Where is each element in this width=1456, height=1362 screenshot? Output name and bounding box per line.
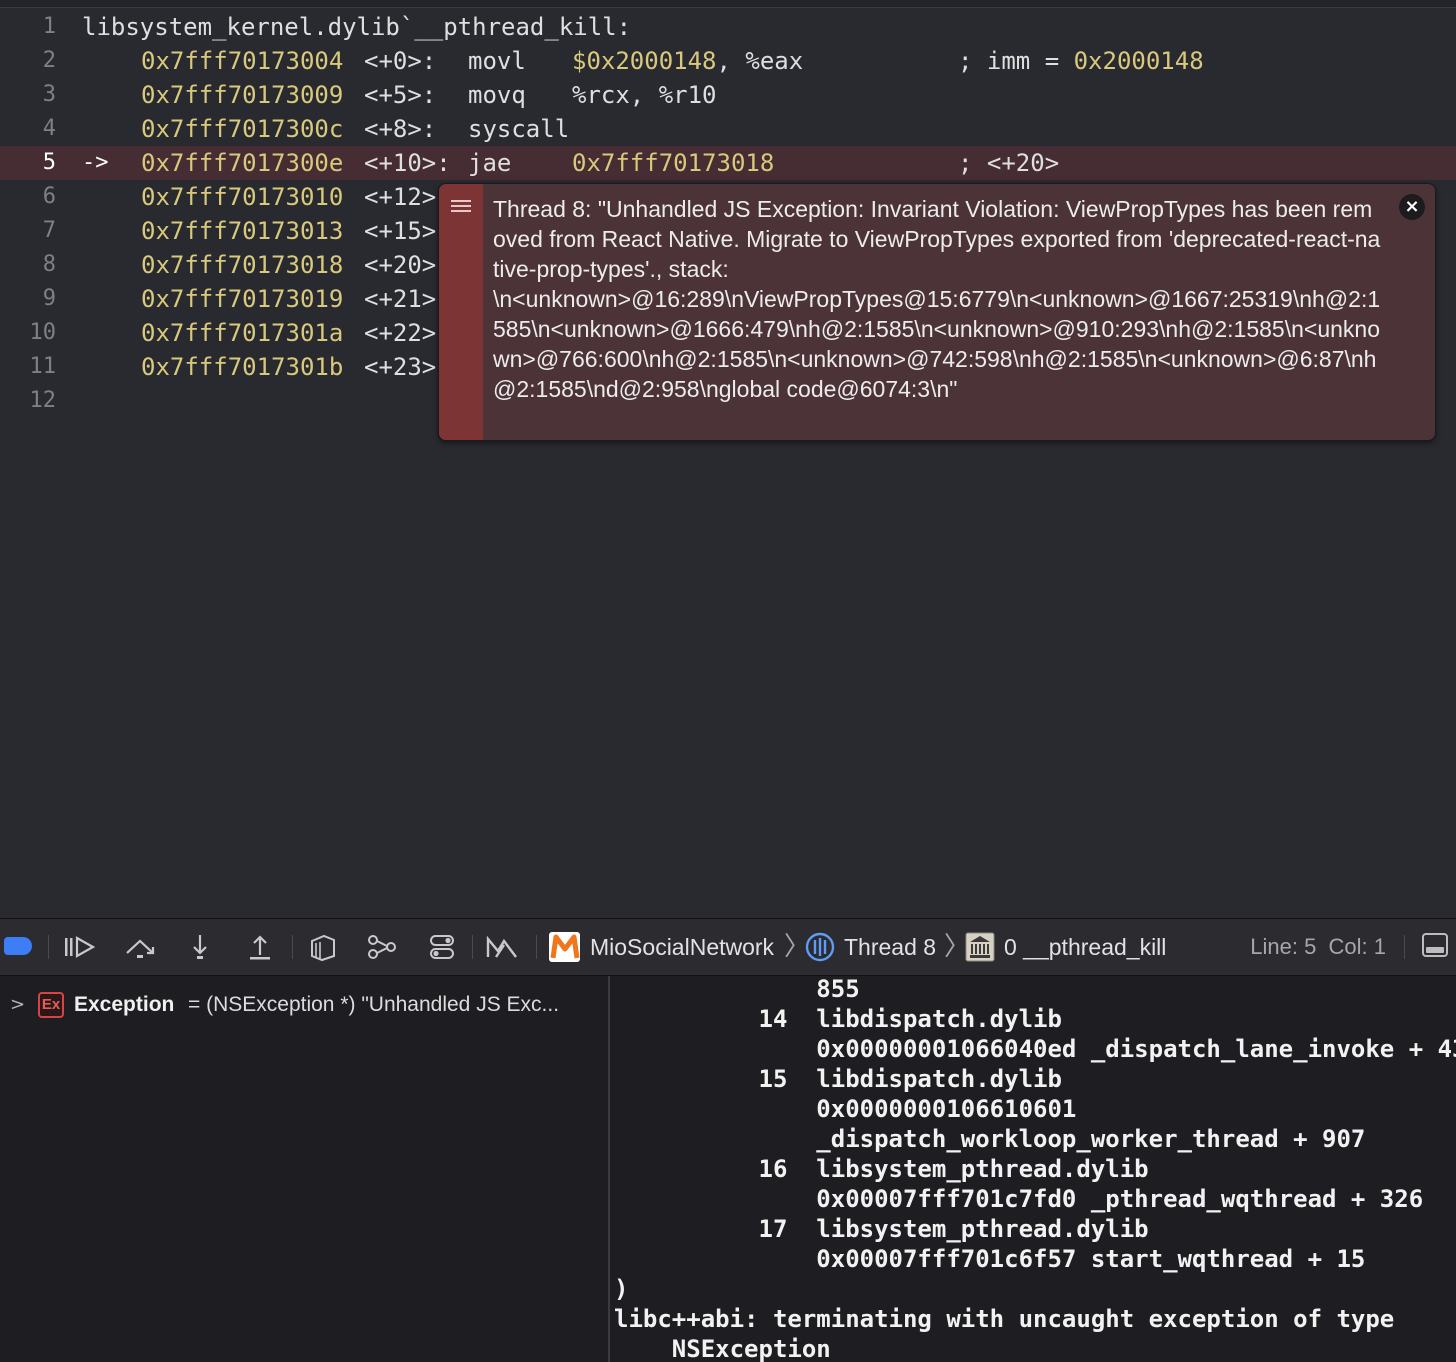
line-number: 9 (42, 286, 56, 311)
line-number: 4 (42, 116, 56, 141)
disassembly-editor[interactable]: 1 libsystem_kernel.dylib`__pthread_kill:… (0, 0, 1456, 918)
operand-address: 0x7fff70173018 (572, 149, 775, 177)
hide-debug-area-icon[interactable] (1422, 933, 1448, 957)
code-line[interactable]: 1 libsystem_kernel.dylib`__pthread_kill: (0, 10, 1456, 44)
cursor-position: Line: 5 Col: 1 (1250, 934, 1386, 959)
instruction-address: 0x7fff70173018 (141, 251, 344, 279)
variable-row[interactable]: > Ex Exception = (NSException *) "Unhand… (0, 990, 608, 1020)
toolbar-separator (292, 935, 293, 959)
function-label: libsystem_kernel.dylib`__pthread_kill: (82, 13, 632, 41)
step-over-icon[interactable] (122, 931, 158, 963)
simulate-location-icon[interactable] (484, 931, 520, 963)
code-line[interactable]: 3 0x7fff70173009 <+5>: movq %rcx, %r10 (0, 78, 1456, 112)
list-icon[interactable] (451, 200, 471, 214)
code-line[interactable]: 4 0x7fff7017300c <+8>: syscall (0, 112, 1456, 146)
instruction-address: 0x7fff70173009 (141, 81, 344, 109)
current-instruction-line[interactable]: 5 -> 0x7fff7017300e <+10>: jae 0x7fff701… (0, 146, 1456, 180)
line-number: 2 (42, 48, 56, 73)
variable-value: = (NSException *) "Unhandled JS Exc... (188, 993, 560, 1016)
instruction-mnemonic: movq (468, 81, 526, 109)
toolbar-separator (472, 935, 473, 959)
view-hierarchy-icon[interactable] (304, 931, 340, 963)
variable-name: Exception (74, 993, 175, 1016)
instruction-address: 0x7fff7017301a (141, 319, 344, 347)
exception-banner[interactable]: Thread 8: "Unhandled JS Exception: Invar… (438, 183, 1436, 441)
instruction-offset: <+22> (364, 319, 437, 347)
memory-graph-icon[interactable] (364, 931, 400, 963)
step-out-icon[interactable] (242, 931, 278, 963)
instruction-operands: %rcx, %r10 (572, 81, 717, 109)
exception-strip (439, 184, 483, 440)
console-text: 855 14 libdispatch.dylib 0x0000000106604… (614, 976, 1456, 1362)
line-number: 6 (42, 184, 56, 209)
line-number: 11 (29, 354, 57, 379)
instruction-offset: <+21> (364, 285, 437, 313)
instruction-offset: <+8>: (364, 115, 437, 143)
instruction-address: 0x7fff7017300e (141, 149, 344, 177)
code-line[interactable]: 2 0x7fff70173004 <+0>: movl $0x2000148, … (0, 44, 1456, 78)
library-frame-icon[interactable] (964, 931, 996, 963)
instruction-comment: ; <+20> (958, 149, 1060, 177)
console-output[interactable]: 855 14 libdispatch.dylib 0x0000000106604… (610, 976, 1456, 1362)
close-icon[interactable]: × (1399, 194, 1425, 220)
operand-immediate: $0x2000148 (572, 47, 717, 75)
line-number: 12 (29, 388, 57, 413)
instruction-mnemonic: movl (468, 47, 526, 75)
comment-value: 0x2000148 (1073, 47, 1204, 75)
breakpoints-toggle-button[interactable] (4, 937, 32, 955)
instruction-operands: 0x7fff70173018 (572, 146, 774, 180)
toolbar-separator (1404, 935, 1405, 959)
instruction-offset: <+10>: (364, 149, 451, 177)
instruction-mnemonic: syscall (468, 115, 570, 143)
disclosure-chevron-icon[interactable]: > (10, 990, 25, 1020)
line-number: 10 (29, 320, 57, 345)
exception-badge-icon: Ex (38, 992, 64, 1018)
program-counter-arrow: -> (82, 150, 109, 175)
instruction-operands: $0x2000148, %eax (572, 44, 803, 78)
line-number: 7 (42, 218, 56, 243)
instruction-address: 0x7fff7017301b (141, 353, 344, 381)
instruction-offset: <+15> (364, 217, 437, 245)
instruction-address: 0x7fff70173019 (141, 285, 344, 313)
line-number: 8 (42, 252, 56, 277)
instruction-address: 0x7fff70173004 (141, 47, 344, 75)
exception-message: Thread 8: "Unhandled JS Exception: Invar… (493, 196, 1381, 402)
environment-overrides-icon[interactable] (424, 931, 460, 963)
breadcrumb-thread[interactable]: Thread 8 (844, 931, 936, 963)
toolbar-separator (48, 935, 49, 959)
line-number: 1 (42, 14, 56, 39)
editor-top-border (0, 0, 1456, 8)
instruction-offset: <+23> (364, 353, 437, 381)
toolbar-separator (536, 935, 537, 959)
step-into-icon[interactable] (182, 931, 218, 963)
instruction-address: 0x7fff70173010 (141, 183, 344, 211)
line-number: 5 (42, 150, 56, 175)
variables-view[interactable]: > Ex Exception = (NSException *) "Unhand… (0, 976, 608, 1362)
thread-icon[interactable] (804, 931, 836, 963)
operand-register: , %eax (716, 47, 804, 75)
instruction-comment: ; imm = 0x2000148 (958, 44, 1204, 78)
instruction-address: 0x7fff70173013 (141, 217, 344, 245)
debug-bar: MioSocialNetwork 〉 Thread 8 〉 0 __pthrea… (0, 918, 1456, 976)
instruction-address: 0x7fff7017300c (141, 115, 344, 143)
instruction-mnemonic: jae (468, 149, 512, 177)
instruction-offset: <+0>: (364, 47, 437, 75)
breadcrumb-app[interactable]: MioSocialNetwork (590, 931, 774, 963)
continue-icon[interactable] (62, 931, 98, 963)
instruction-offset: <+20> (364, 251, 437, 279)
breadcrumb-frame[interactable]: 0 __pthread_kill (1004, 931, 1166, 963)
line-number: 3 (42, 82, 56, 107)
instruction-offset: <+5>: (364, 81, 437, 109)
instruction-offset: <+12> (364, 183, 437, 211)
app-icon[interactable] (548, 931, 582, 963)
comment-text: ; imm = (958, 47, 1074, 75)
